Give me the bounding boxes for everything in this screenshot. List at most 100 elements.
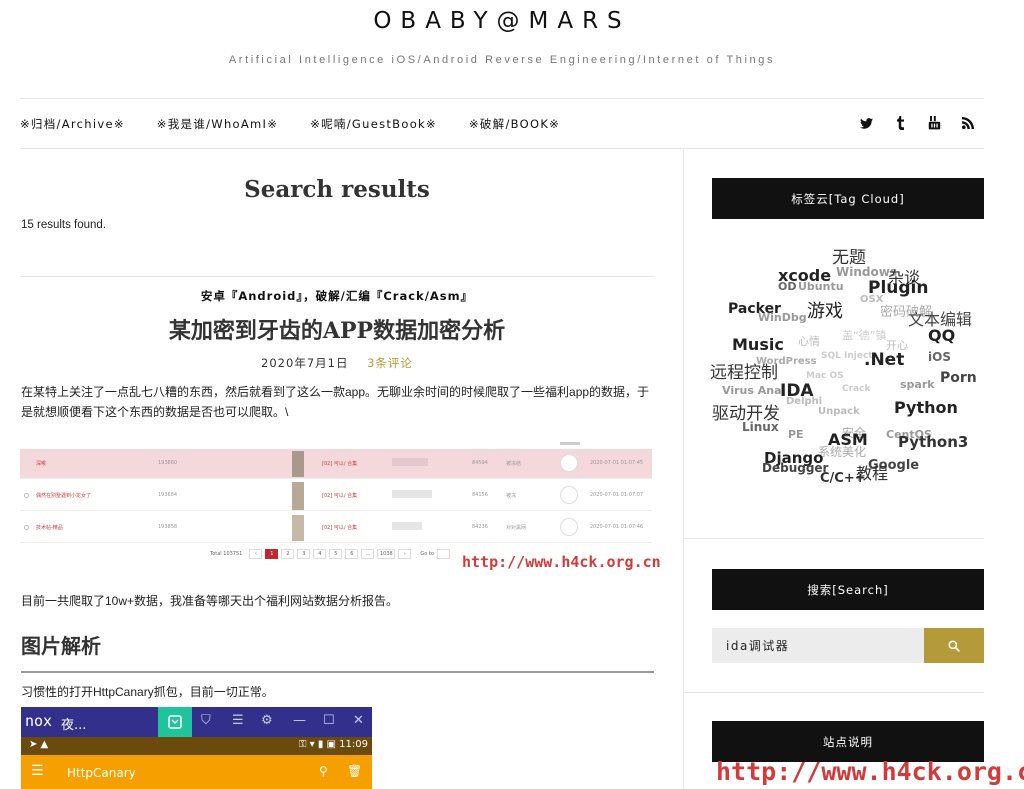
tag-link[interactable]: 游戏 [807, 303, 843, 321]
twitter-icon[interactable] [858, 115, 874, 131]
search-icon [948, 639, 960, 652]
avatar [560, 518, 578, 536]
table-cell: 深喉 [36, 461, 47, 467]
sidebar-divider [684, 538, 984, 539]
post-image-nox: nox 夜... ⛉ ☰ ⚙ — ☐ ✕ ➤ ▲ ⚿ ▾ ▮ ▣ 11:09 ☰… [21, 707, 372, 789]
tag-link[interactable]: Debugger [762, 462, 828, 474]
tag-link[interactable]: Virus Anal [722, 385, 785, 396]
tag-link[interactable]: 教程 [856, 466, 888, 482]
post-comments-link[interactable]: 3条评论 [367, 356, 413, 370]
nav-item-guestbook[interactable]: ※呢喃/GuestBook※ [310, 116, 437, 132]
site-title[interactable]: OBABY@MARS [0, 8, 1004, 34]
minimize-icon: — [293, 713, 306, 728]
menu-icon: ☰ [232, 713, 244, 728]
tag-link[interactable]: Python3 [898, 435, 968, 450]
row-radio [24, 525, 29, 530]
pager-page: 3 [297, 549, 311, 559]
nav-item-archive[interactable]: ※归档/Archive※ [20, 116, 125, 132]
table-row: 技术帖-精品 193858 [02] 可以/ 合集 84236 对对黑网 202… [20, 513, 652, 543]
tag-link[interactable]: QQ [928, 328, 955, 344]
tag-link[interactable]: Linux [742, 421, 779, 433]
table-cell: [02] 可以/ 合集 [322, 493, 358, 499]
tag-link[interactable]: Porn [940, 371, 977, 385]
search-input[interactable] [712, 628, 924, 663]
tag-link[interactable]: spark [900, 379, 935, 390]
pager-next: › [398, 549, 412, 559]
table-cell: [02] 可以/ 合集 [322, 525, 358, 531]
table-cell: 193860 [158, 460, 178, 466]
shirt-icon: ⛉ [201, 713, 211, 728]
tag-link[interactable]: .Net [864, 352, 904, 369]
column-divider [683, 150, 684, 789]
tag-cloud: 无题 xcode Windows 杂谈 OD Ubuntu Plugin OSX… [710, 240, 984, 500]
maximize-icon: ☐ [323, 713, 335, 728]
search-icon: ⚲ [319, 764, 328, 778]
tag-link[interactable]: iOS [928, 351, 951, 363]
trash-icon: 🗑 [347, 764, 363, 778]
post-categories: 安卓『Android』，破解/汇编『Crack/Asm』 [20, 288, 654, 304]
tag-link[interactable]: Crack [842, 385, 870, 394]
site-tagline: Artificial Intelligence iOS/Android Reve… [228, 54, 776, 66]
section-underline [21, 671, 654, 673]
page-watermark: http://www.h4ck.org.cn [716, 757, 1024, 786]
table-cell: 2020-07-01 01:07:46 [590, 524, 644, 530]
table-cell: 被冻结 [506, 461, 522, 467]
sidebar-divider [684, 692, 984, 693]
post-title[interactable]: 某加密到牙齿的APP数据加密分析 [20, 313, 654, 345]
warning-icon: ➤ ▲ [29, 739, 49, 750]
table-cell: 2020-07-01 01:07:45 [590, 460, 644, 466]
tag-link[interactable]: WinDbg [758, 312, 807, 323]
tag-link[interactable]: Delphi [786, 397, 822, 407]
table-row: 深喉 193860 [02] 可以/ 合集 84594 被冻结 2020-07-… [20, 449, 652, 479]
site-info-header: 站点说明 [712, 721, 984, 762]
tag-link[interactable]: OD [778, 281, 796, 292]
tag-link[interactable]: Music [732, 337, 784, 353]
rss-icon[interactable] [960, 115, 976, 131]
search-button[interactable] [924, 628, 984, 663]
tumblr-icon[interactable] [892, 115, 908, 131]
android-statusbar: ➤ ▲ ⚿ ▾ ▮ ▣ 11:09 [21, 737, 372, 755]
pager-page: 4 [313, 549, 327, 559]
category-link-crack[interactable]: 破解/汇编『Crack/Asm』 [316, 289, 473, 303]
tag-link[interactable]: 盖“德”镇 [842, 330, 886, 341]
search-widget-header: 搜索[Search] [712, 569, 984, 610]
table-cell: 2020-07-01 01:07:07 [590, 492, 644, 498]
hamburger-icon: ☰ [31, 763, 44, 779]
close-icon: ✕ [353, 713, 364, 728]
category-link-android[interactable]: 安卓『Android』 [201, 289, 303, 303]
post-paragraph: 目前一共爬取了10w+数据，我准备等哪天出个福利网站数据分析报告。 [21, 594, 399, 608]
blurred-field [392, 522, 422, 530]
nav-item-book[interactable]: ※破解/BOOK※ [469, 116, 560, 132]
tag-link[interactable]: OSX [860, 295, 883, 305]
blurred-thumbnail [292, 515, 304, 541]
row-radio [24, 493, 29, 498]
nox-store-tab [158, 707, 192, 737]
nav-item-whoami[interactable]: ※我是谁/WhoAmI※ [157, 116, 278, 132]
httpcanary-appbar: ☰ HttpCanary ⚲ 🗑 [21, 755, 372, 789]
tag-link[interactable]: Python [894, 400, 958, 416]
pagination: Total 103751 ‹ 1 2 3 4 5 6 ... 1038 › Go… [210, 549, 450, 559]
tag-link[interactable]: Ubuntu [798, 281, 844, 292]
pager-page: 5 [329, 549, 343, 559]
bag-icon [168, 715, 182, 729]
tag-link[interactable]: 心情 [798, 336, 820, 347]
youtube-icon[interactable] [926, 115, 942, 131]
pager-page: 1038 [377, 549, 396, 559]
tag-link[interactable]: PE [788, 429, 804, 440]
nox-window-title: 夜... [61, 718, 87, 733]
tag-link[interactable]: 远程控制 [710, 365, 778, 382]
post-date: 2020年7月1日 [261, 356, 349, 370]
tag-link[interactable]: 系统美化 [818, 446, 866, 458]
results-divider [20, 276, 654, 277]
pager-page: 1 [265, 549, 279, 559]
tag-link[interactable]: Unpack [818, 407, 860, 417]
nox-logo: nox [25, 712, 53, 730]
blurred-thumbnail [292, 482, 304, 510]
blurred-field [392, 458, 428, 466]
clock: 11:09 [339, 739, 368, 750]
blurred-field [392, 490, 432, 498]
tag-link[interactable]: Mac OS [806, 372, 844, 381]
main-nav: ※归档/Archive※ ※我是谁/WhoAmI※ ※呢喃/GuestBook※… [20, 116, 592, 132]
header-divider [20, 98, 984, 99]
table-cell: [02] 可以/ 合集 [322, 461, 358, 467]
